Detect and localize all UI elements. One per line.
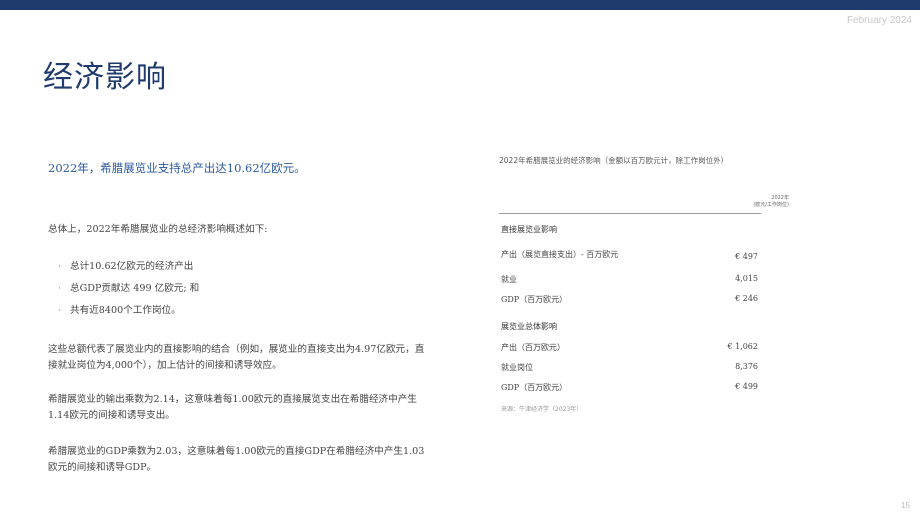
row-label: 产出（百万欧元） xyxy=(501,343,565,352)
paragraph-output-multiplier: 希腊展览业的输出乘数为2.14，这意味着每1.00欧元的直接展览支出在希腊经济中… xyxy=(48,394,417,421)
bullet-text: 总计10.62亿欧元的经济产出 xyxy=(70,261,194,272)
column-unit: (欧元/工作岗位) xyxy=(753,202,789,208)
bullet-item: · 共有近8400个工作岗位。 xyxy=(58,302,199,324)
bullet-item: · 总计10.62亿欧元的经济产出 xyxy=(58,258,199,280)
row-label: 就业岗位 xyxy=(501,363,533,372)
row-value: € 1,062 xyxy=(727,342,758,351)
section-heading-total: 展览业总体影响 xyxy=(501,322,557,331)
page-number: 15 xyxy=(901,501,910,510)
table-section-heading: 展览业总体影响 xyxy=(501,321,758,335)
row-label: 产出（展览直接支出）- 百万欧元 xyxy=(501,250,619,259)
table-row: 就业 4,015 xyxy=(501,274,758,288)
summary-bullet-list: · 总计10.62亿欧元的经济产出 · 总GDP贡献达 499 亿欧元; 和 · 共有… xyxy=(58,258,199,324)
lead-statement: 2022年，希腊展览业支持总产出达10.62亿欧元。 xyxy=(48,161,306,175)
row-value: 4,015 xyxy=(735,274,758,283)
table-row: 产出（展览直接支出）- 百万欧元 € 497 xyxy=(501,249,758,263)
bullet-text: 总GDP贡献达 499 亿欧元; 和 xyxy=(70,283,200,294)
table-section-heading: 直接展览业影响 xyxy=(501,224,758,238)
table-source-note: 来源：牛津经济学（2023年） xyxy=(501,406,583,413)
table-column-header: 2022年 (欧元/工作岗位) xyxy=(753,195,789,209)
page-title: 经济影响 xyxy=(43,60,167,95)
column-year: 2022年 xyxy=(771,195,789,201)
table-row: 就业岗位 8,376 xyxy=(501,362,758,376)
paragraph-gdp-multiplier: 希腊展览业的GDP乘数为2.03，这意味着每1.00欧元的直接GDP在希腊经济中… xyxy=(48,446,425,473)
row-label: GDP（百万欧元） xyxy=(501,295,568,304)
row-value: € 497 xyxy=(735,252,758,261)
row-label: 就业 xyxy=(501,275,517,284)
bullet-item: · 总GDP贡献达 499 亿欧元; 和 xyxy=(58,280,199,302)
bullet-dot-icon: · xyxy=(58,261,62,272)
table-title: 2022年希腊展览业的经济影响（金额以百万欧元计，除工作岗位外） xyxy=(499,156,729,165)
row-value: € 246 xyxy=(735,294,758,303)
row-label: GDP（百万欧元） xyxy=(501,383,568,392)
row-value: € 499 xyxy=(735,382,758,391)
intro-text: 总体上，2022年希腊展览业的总经济影响概述如下: xyxy=(48,224,268,235)
section-heading-direct: 直接展览业影响 xyxy=(501,225,557,234)
table-row: GDP（百万欧元） € 499 xyxy=(501,382,758,396)
bullet-text: 共有近8400个工作岗位。 xyxy=(70,305,181,316)
paragraph-direct-impact: 这些总额代表了展览业内的直接影响的结合（例如，展览业的直接支出为4.97亿欧元，… xyxy=(48,344,425,371)
row-value: 8,376 xyxy=(735,362,758,371)
bullet-dot-icon: · xyxy=(58,283,62,294)
top-brand-bar xyxy=(0,0,920,10)
table-row: 产出（百万欧元） € 1,062 xyxy=(501,342,758,356)
table-header-rule xyxy=(499,213,761,214)
header-date: February 2024 xyxy=(846,15,912,26)
table-row: GDP（百万欧元） € 246 xyxy=(501,294,758,308)
bullet-dot-icon: · xyxy=(58,305,62,316)
